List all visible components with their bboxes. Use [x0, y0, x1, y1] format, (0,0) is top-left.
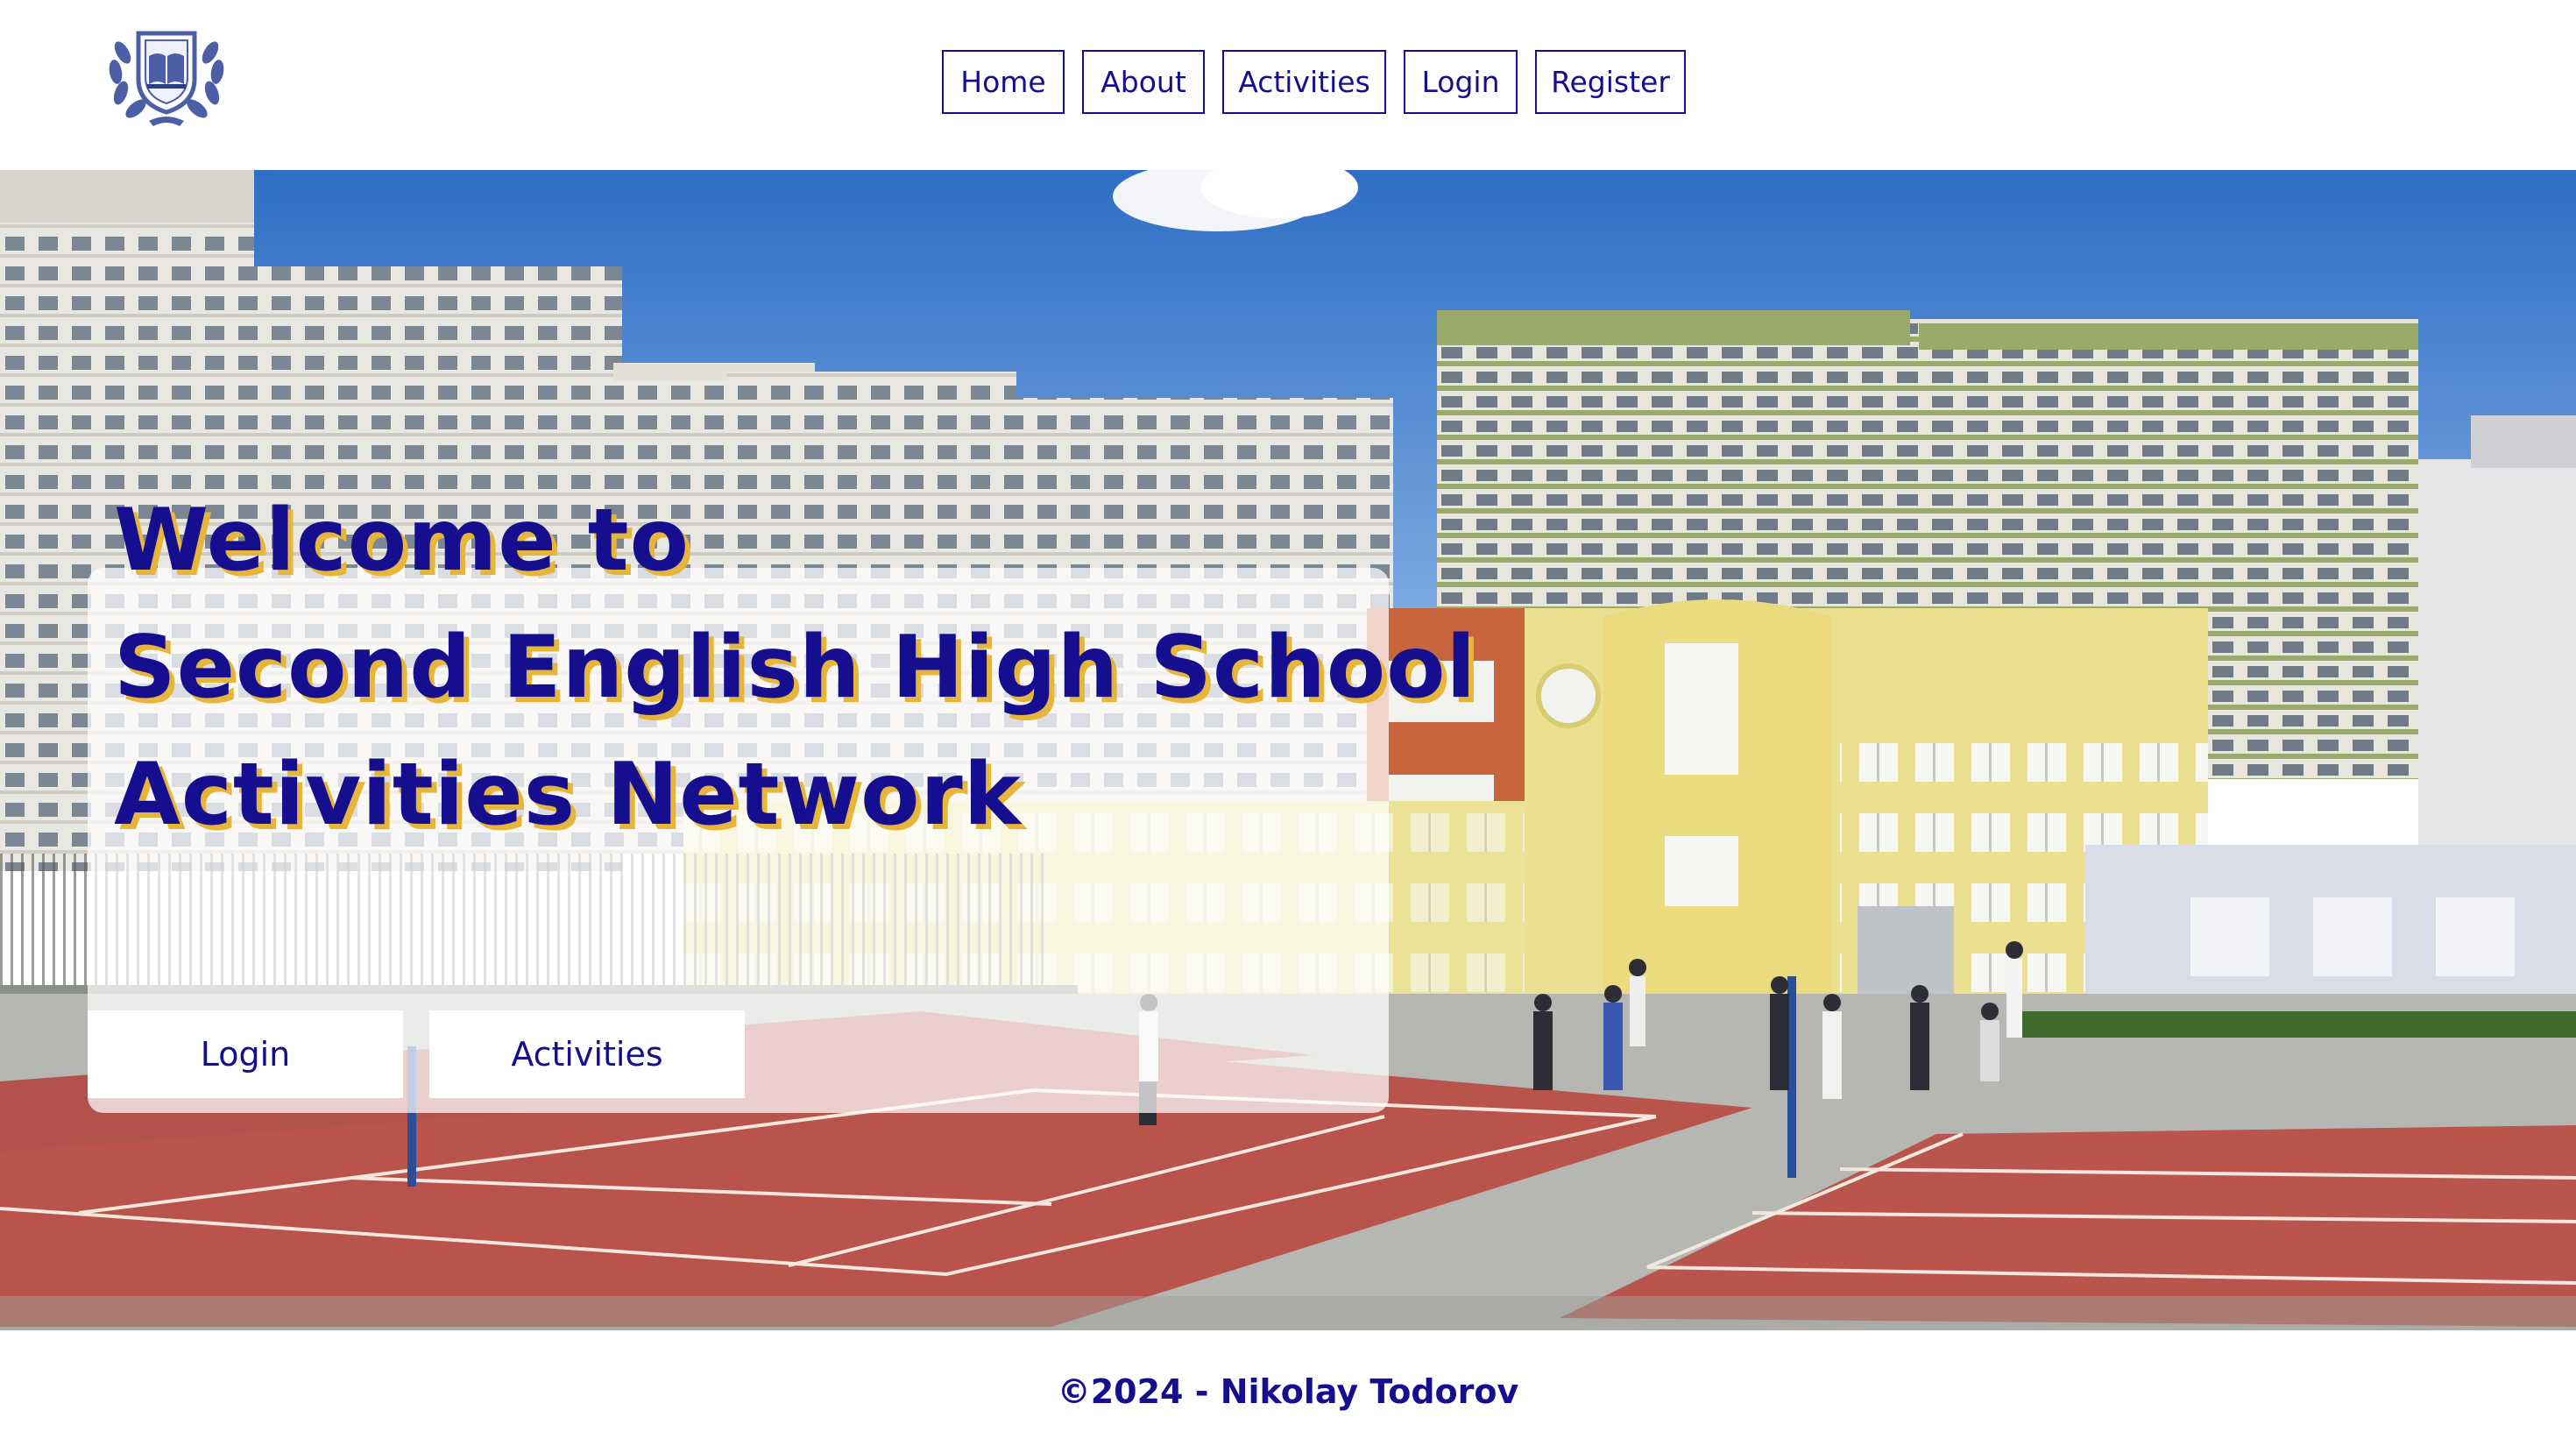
- hero-title-line-2: Second English High School: [114, 618, 1477, 718]
- hero-login-button[interactable]: Login: [88, 1010, 403, 1098]
- site-footer: ©2024 - Nikolay Todorov: [0, 1330, 2576, 1453]
- footer-copyright: ©2024 - Nikolay Todorov: [1057, 1372, 1519, 1411]
- nav-register-button[interactable]: Register: [1535, 50, 1686, 114]
- nav-login-button[interactable]: Login: [1404, 50, 1518, 114]
- nav-activities-button[interactable]: Activities: [1222, 50, 1386, 114]
- hero-title-line-3: Activities Network: [114, 745, 1022, 845]
- site-header: Home About Activities Login Register: [0, 0, 2576, 170]
- main-nav: Home About Activities Login Register: [942, 50, 1686, 114]
- hero-title-line-1: Welcome to: [114, 491, 690, 591]
- nav-about-button[interactable]: About: [1082, 50, 1205, 114]
- school-crest-icon[interactable]: [96, 18, 237, 131]
- hero-activities-button[interactable]: Activities: [429, 1010, 745, 1098]
- nav-home-button[interactable]: Home: [942, 50, 1065, 114]
